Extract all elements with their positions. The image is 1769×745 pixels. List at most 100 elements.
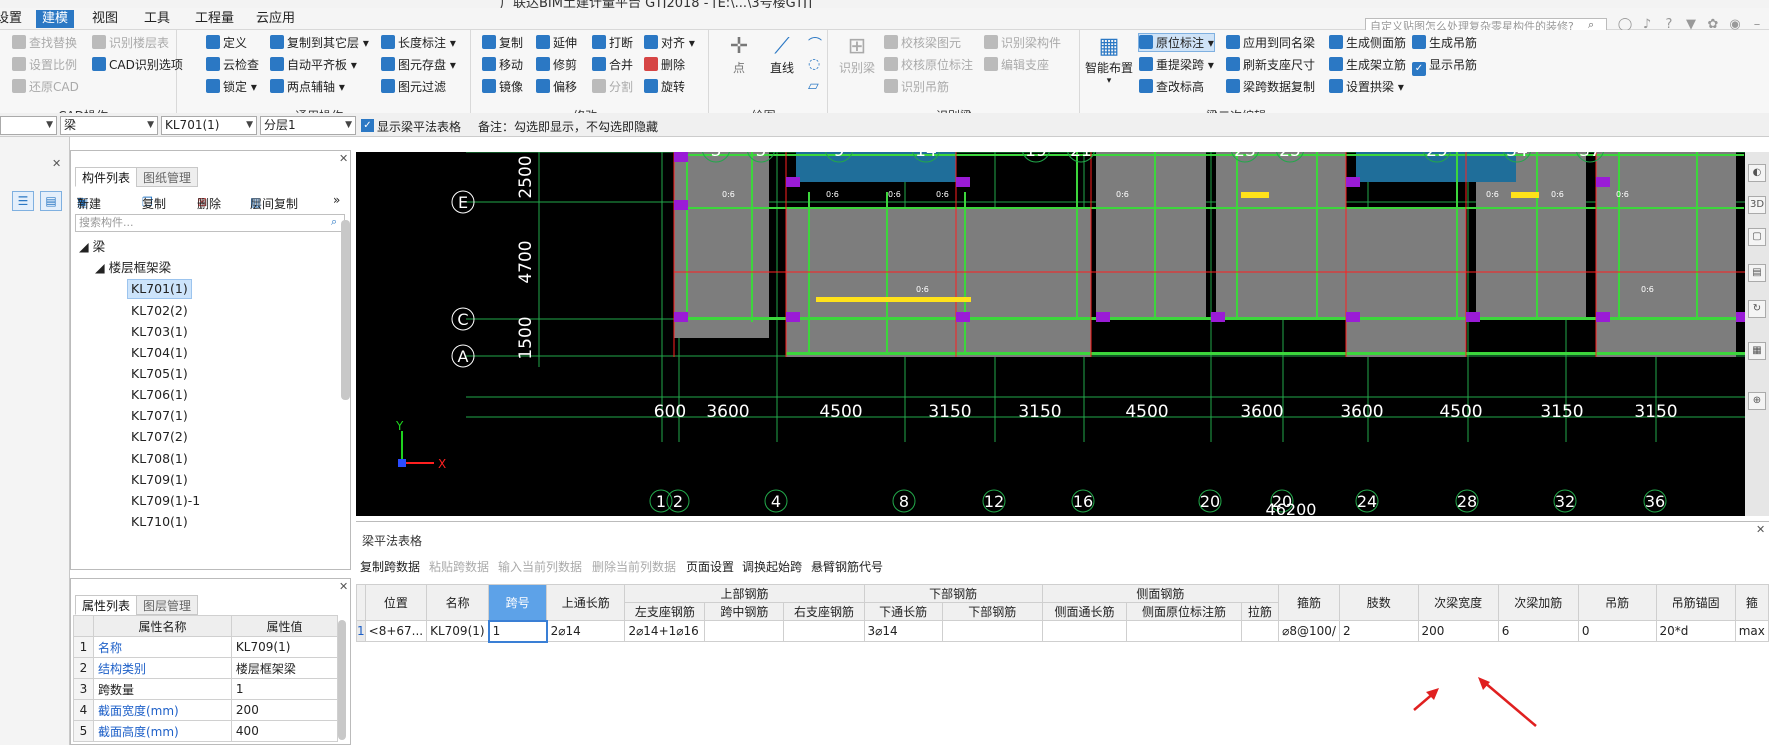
refresh-support-button[interactable]: 刷新支座尺寸 bbox=[1226, 56, 1315, 75]
sphere-icon[interactable]: ◐ bbox=[1748, 164, 1766, 182]
table-row[interactable]: 4 截面宽度(mm) 200 bbox=[73, 699, 339, 721]
grid-icon[interactable]: ▦ bbox=[1748, 342, 1766, 360]
tree-scrollbar[interactable] bbox=[341, 220, 350, 400]
break-button[interactable]: 打断 bbox=[592, 34, 633, 53]
smart-layout-button[interactable]: ▦ 智能布置 ▾ bbox=[1083, 34, 1135, 86]
cell-mid-span[interactable] bbox=[704, 620, 785, 642]
tab-component-list[interactable]: 构件列表 bbox=[75, 167, 138, 187]
identify-beam-comp-button[interactable]: 识别梁构件 bbox=[984, 34, 1061, 53]
search-icon[interactable]: ⌕ bbox=[331, 215, 337, 229]
apply-same-name-button[interactable]: 应用到同名梁 bbox=[1226, 34, 1315, 53]
cell-hanger-anchor[interactable]: 20*d bbox=[1655, 620, 1736, 642]
zoom-icon[interactable]: ⊕ bbox=[1748, 392, 1766, 410]
line-button[interactable]: ⟋ 直线 bbox=[762, 34, 802, 76]
cell-hanger[interactable]: 0 bbox=[1577, 620, 1657, 642]
cell-bottom-through[interactable]: 3⌀14 bbox=[863, 620, 943, 642]
tree-root-beam[interactable]: ◢ 梁 bbox=[79, 237, 105, 257]
menu-cloud[interactable]: 云应用 bbox=[250, 10, 301, 28]
property-value[interactable]: 1 bbox=[230, 678, 339, 700]
property-value[interactable]: 200 bbox=[230, 699, 339, 721]
auto-align-slab-button[interactable]: 自动平齐板 ▾ bbox=[270, 56, 357, 75]
cell-span-number[interactable]: 1 bbox=[487, 619, 548, 643]
identify-hanger-button[interactable]: 识别吊筋 bbox=[884, 78, 949, 97]
list-view-icon[interactable]: ☰ bbox=[12, 191, 34, 211]
property-value[interactable]: 400 bbox=[230, 720, 339, 742]
tab-property-list[interactable]: 属性列表 bbox=[75, 595, 138, 615]
copy-button[interactable]: 复制 bbox=[482, 34, 523, 53]
identify-beam-button[interactable]: ⊞ 识别梁 bbox=[837, 34, 877, 76]
length-dim-button[interactable]: 长度标注 ▾ bbox=[381, 34, 456, 53]
extend-button[interactable]: 延伸 bbox=[536, 34, 577, 53]
cell-right-support[interactable] bbox=[783, 620, 865, 642]
tree-item[interactable]: KL708(1) bbox=[131, 449, 188, 469]
cell-left-support[interactable]: 2⌀14+1⌀16 bbox=[624, 620, 706, 642]
tree-item[interactable]: KL707(2) bbox=[131, 427, 188, 447]
tree-item[interactable]: KL705(1) bbox=[131, 364, 188, 384]
layers-icon[interactable]: ▤ bbox=[1748, 264, 1766, 282]
restore-cad-button[interactable]: 还原CAD bbox=[12, 78, 79, 97]
point-button[interactable]: ✛ 点 bbox=[722, 34, 756, 76]
re-extract-span-button[interactable]: 重提梁跨 ▾ bbox=[1139, 56, 1214, 75]
tab-layer-management[interactable]: 图层管理 bbox=[136, 595, 199, 615]
more-icon[interactable]: » bbox=[333, 193, 340, 207]
property-scrollbar[interactable] bbox=[338, 620, 346, 740]
cloud-check-button[interactable]: 云检查 bbox=[206, 56, 259, 75]
property-value[interactable]: KL709(1) bbox=[230, 636, 339, 658]
copy-span-data-button[interactable]: 梁跨数据复制 bbox=[1226, 78, 1315, 97]
tree-item[interactable]: KL702(2) bbox=[131, 301, 188, 321]
define-button[interactable]: 定义 bbox=[206, 34, 247, 53]
gen-hanger-button[interactable]: 生成吊筋 bbox=[1412, 34, 1477, 53]
close-icon[interactable]: ✕ bbox=[1756, 523, 1765, 536]
set-scale-button[interactable]: 设置比例 bbox=[12, 56, 77, 75]
cell-top-through[interactable]: 2⌀14 bbox=[546, 620, 626, 642]
layer-select[interactable]: 分层1 ▼ bbox=[260, 116, 356, 135]
tree-item[interactable]: KL701(1) bbox=[127, 279, 192, 299]
cell-side-annotation[interactable] bbox=[1126, 620, 1242, 642]
merge-button[interactable]: 合并 bbox=[592, 56, 633, 75]
set-arch-beam-button[interactable]: 设置拱梁 ▾ bbox=[1329, 78, 1404, 97]
trim-button[interactable]: 修剪 bbox=[536, 56, 577, 75]
cell-legs[interactable]: 2 bbox=[1338, 620, 1419, 642]
save-elements-button[interactable]: 图元存盘 ▾ bbox=[381, 56, 456, 75]
rect-icon[interactable]: ▱ bbox=[808, 78, 819, 94]
drawing-canvas[interactable]: 0:60:60:60:60:60:60:60:60:60:63591419212… bbox=[356, 152, 1745, 516]
lock-button[interactable]: 锁定 ▾ bbox=[206, 78, 257, 97]
menu-view[interactable]: 视图 bbox=[86, 10, 124, 28]
move-button[interactable]: 移动 bbox=[482, 56, 523, 75]
rotate-icon[interactable]: ↻ bbox=[1748, 300, 1766, 318]
cantilever-code-button[interactable]: 悬臂钢筋代号 bbox=[811, 558, 883, 575]
identify-floor-table-button[interactable]: 识别楼层表 bbox=[92, 34, 169, 53]
type-select[interactable]: 梁 ▼ bbox=[60, 116, 158, 135]
component-search-input[interactable]: 搜索构件... bbox=[75, 214, 345, 232]
two-point-axis-button[interactable]: 两点辅轴 ▾ bbox=[270, 78, 345, 97]
cell-stirrup-2[interactable]: max bbox=[1734, 620, 1769, 642]
cell-stirrup[interactable]: ⌀8@100/ bbox=[1278, 620, 1340, 642]
rotate-button[interactable]: 旋转 bbox=[644, 78, 685, 97]
gen-erection-rebar-button[interactable]: 生成架立筋 bbox=[1329, 56, 1406, 75]
circle-icon[interactable]: ◌ bbox=[808, 56, 820, 72]
cell-tie[interactable] bbox=[1240, 620, 1280, 642]
cell-secondary-width[interactable]: 200 bbox=[1417, 620, 1499, 642]
mirror-button[interactable]: 镜像 bbox=[482, 78, 523, 97]
edit-elevation-button[interactable]: 查改标高 bbox=[1139, 78, 1204, 97]
menu-settings[interactable]: 设置 bbox=[0, 10, 28, 28]
new-button[interactable]: ▣ 新建 ▾ bbox=[77, 193, 101, 211]
cell-name[interactable]: KL709(1) bbox=[426, 620, 490, 642]
3d-view-icon[interactable]: 3D bbox=[1748, 196, 1766, 214]
show-hanger-button[interactable]: ✓ 显示吊筋 bbox=[1412, 56, 1477, 76]
gen-side-rebar-button[interactable]: 生成侧面筋 bbox=[1329, 34, 1406, 53]
cad-options-button[interactable]: CAD识别选项 bbox=[92, 56, 183, 75]
tree-item[interactable]: KL709(1) bbox=[131, 470, 188, 490]
floor-select[interactable]: ▼ bbox=[0, 116, 57, 135]
menu-modeling[interactable]: 建模 bbox=[36, 10, 75, 28]
in-situ-annotation-button[interactable]: 原位标注 ▾ bbox=[1138, 33, 1215, 52]
page-setup-button[interactable]: 页面设置 bbox=[686, 558, 734, 575]
offset-button[interactable]: 偏移 bbox=[536, 78, 577, 97]
tree-group-frame-beam[interactable]: ◢ 楼层框架梁 bbox=[95, 258, 171, 278]
tree-item[interactable]: KL707(1) bbox=[131, 406, 188, 426]
cell-bottom-rebar[interactable] bbox=[941, 620, 1043, 642]
cell-position[interactable]: <8+67... bbox=[364, 620, 428, 642]
table-row[interactable]: 1 名称 KL709(1) bbox=[73, 636, 339, 658]
input-column-button[interactable]: 输入当前列数据 bbox=[498, 558, 582, 575]
arc-icon[interactable]: ⌒ bbox=[808, 34, 822, 54]
